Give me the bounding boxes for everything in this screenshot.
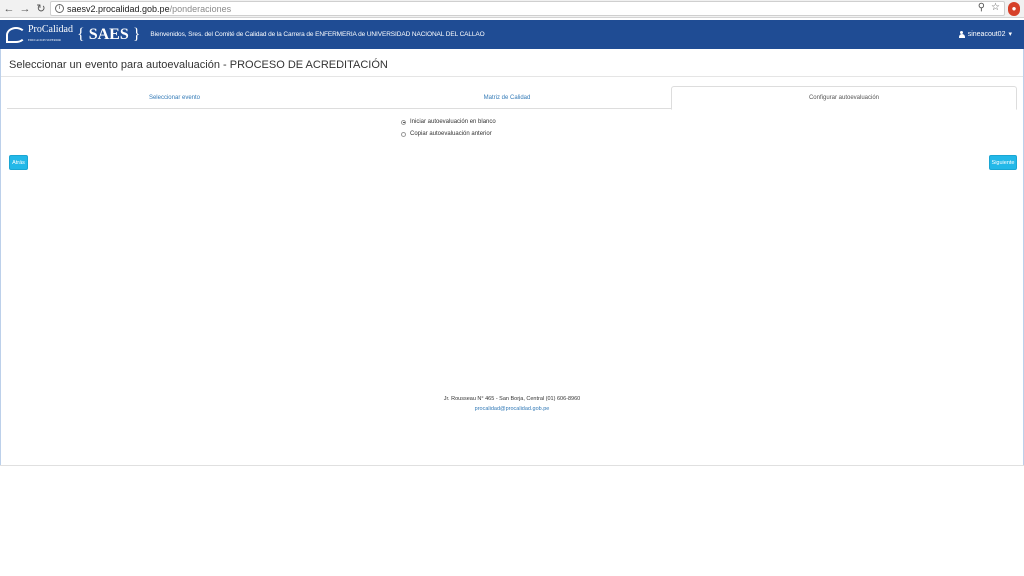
logo-swoosh-icon (6, 26, 26, 43)
extension-icon[interactable]: ● (1008, 2, 1020, 16)
back-icon[interactable]: ← (2, 2, 16, 16)
address-bar[interactable]: i saesv2.procalidad.gob.pe/ponderaciones (50, 1, 1005, 16)
logo-subtitle: EDUCACION SUPERIOR (28, 37, 61, 42)
user-menu[interactable]: sineacout02 ▾ (958, 30, 1012, 38)
tab-configurar-autoevaluacion[interactable]: Configurar autoevaluación (671, 86, 1017, 110)
option-blank-label: Iniciar autoevaluación en blanco (410, 119, 496, 125)
footer-email-link[interactable]: procalidad@procalidad.gob.pe (1, 406, 1023, 412)
footer-address: Jr. Rousseau N° 465 - San Borja, Central… (443, 396, 581, 402)
reload-icon[interactable]: ↻ (34, 2, 48, 16)
option-blank[interactable]: Iniciar autoevaluación en blanco (401, 116, 496, 128)
browser-toolbar: ← → ↻ i saesv2.procalidad.gob.pe/pondera… (0, 0, 1024, 18)
footer: Jr. Rousseau N° 465 - San Borja, Central… (1, 396, 1023, 412)
next-button[interactable]: Siguiente (989, 155, 1017, 170)
caret-down-icon: ▾ (1008, 31, 1012, 38)
zoom-icon[interactable]: ⚲ (978, 2, 985, 13)
page-title: Seleccionar un evento para autoevaluació… (9, 59, 388, 71)
wizard-tabs: Seleccionar evento Matriz de Calidad Con… (7, 86, 1017, 110)
logo-text: ProCalidad (28, 23, 73, 35)
url-host: saesv2.procalidad.gob.pe (67, 3, 170, 14)
procalidad-logo[interactable]: ProCalidad EDUCACION SUPERIOR (6, 23, 73, 45)
back-button[interactable]: Atrás (9, 155, 28, 170)
main-content: Seleccionar un evento para autoevaluació… (0, 49, 1024, 465)
divider (1, 76, 1023, 77)
username: sineacout02 (967, 30, 1006, 38)
page-bottom-border (0, 465, 1024, 466)
app-header: ProCalidad EDUCACION SUPERIOR { SAES } Bi… (0, 20, 1024, 49)
forward-icon[interactable]: → (18, 2, 32, 16)
option-copy[interactable]: Copiar autoevaluación anterior (401, 128, 496, 140)
tab-matriz-de-calidad[interactable]: Matriz de Calidad (342, 86, 672, 109)
tab-seleccionar-evento[interactable]: Seleccionar evento (7, 86, 342, 109)
radio-copy[interactable] (401, 131, 406, 137)
welcome-message: Bienvenidos, Sres. del Comité de Calidad… (150, 31, 485, 38)
user-icon (958, 30, 965, 38)
autoevaluation-options: Iniciar autoevaluación en blanco Copiar … (401, 116, 496, 140)
url-path: /ponderaciones (169, 3, 232, 14)
info-icon[interactable]: i (55, 4, 64, 13)
radio-blank[interactable] (401, 119, 406, 125)
app-name: { SAES } (77, 25, 141, 43)
bookmark-star-icon[interactable]: ☆ (991, 2, 1000, 13)
option-copy-label: Copiar autoevaluación anterior (410, 131, 492, 137)
